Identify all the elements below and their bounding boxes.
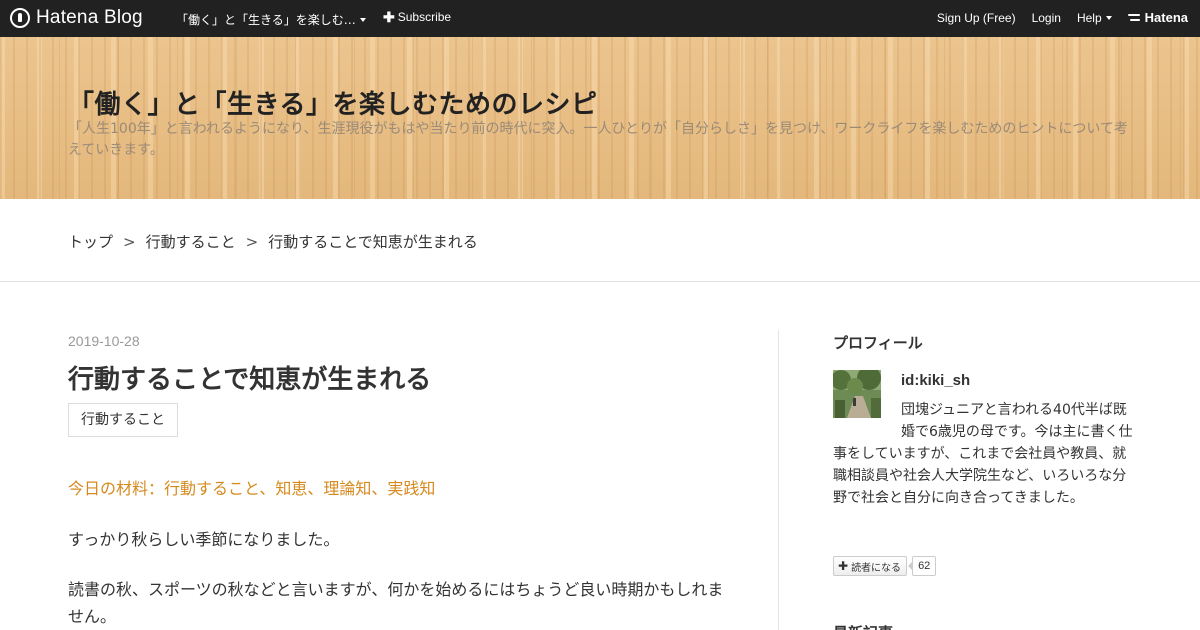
article-title[interactable]: 行動することで知恵が生まれる (68, 359, 431, 396)
breadcrumb-divider (0, 281, 1200, 282)
chevron-down-icon (359, 17, 366, 22)
blog-menu-label: 「働く」と「生きる」を楽しむ… (176, 13, 356, 27)
plus-icon: ✚ (383, 9, 395, 25)
blog-header: 「働く」と「生きる」を楽しむためのレシピ 「人生100年」と言われるようになり、… (0, 37, 1200, 199)
hatena-brand-link[interactable]: Hatena (1127, 10, 1188, 25)
profile-heading: プロフィール (833, 334, 923, 352)
signup-link[interactable]: Sign Up (Free) (937, 11, 1016, 25)
breadcrumb-item-top[interactable]: トップ (68, 231, 113, 252)
article-paragraph: すっかり秋らしい季節になりました。 (68, 530, 340, 549)
breadcrumb-separator: > (123, 232, 136, 251)
hatena-blog-logo-text: Hatena Blog (36, 7, 143, 28)
hatena-blog-logo[interactable]: Hatena Blog (10, 7, 143, 29)
global-header-bar: Hatena Blog 「働く」と「生きる」を楽しむ… ✚ Subscribe … (0, 0, 1200, 37)
blog-title[interactable]: 「働く」と「生きる」を楽しむためのレシピ (68, 84, 597, 121)
become-reader-label: 読者になる (851, 562, 902, 574)
breadcrumb-item-category[interactable]: 行動すること (146, 231, 236, 252)
subscribe-label: Subscribe (397, 10, 452, 24)
hatena-logo-icon (1127, 13, 1142, 23)
breadcrumb-item-current[interactable]: 行動することで知恵が生まれる (268, 231, 478, 252)
profile-id-link[interactable]: id:kiki_sh (901, 372, 970, 389)
become-reader-button[interactable]: ✚ 読者になる (833, 556, 908, 576)
global-header-right-menu: Sign Up (Free) Login Help Hatena (921, 10, 1188, 25)
chevron-down-icon (1105, 15, 1112, 20)
hatena-brand-label: Hatena (1144, 10, 1188, 25)
login-link[interactable]: Login (1032, 11, 1061, 25)
article-date[interactable]: 2019-10-28 (68, 333, 140, 349)
breadcrumb: トップ > 行動すること > 行動することで知恵が生まれる (68, 231, 478, 252)
column-divider (778, 330, 779, 630)
help-menu[interactable]: Help (1077, 11, 1112, 25)
blog-description: 「人生100年」と言われるようになり、生涯現役がもはや当たり前の時代に突入。一人… (68, 121, 1128, 158)
article-paragraph: 読書の秋、スポーツの秋などと言いますが、何かを始めるにはちょうど良い時期かもしれ… (68, 580, 724, 626)
reader-count-badge[interactable]: 62 (908, 556, 937, 576)
profile-text-indent (833, 399, 901, 443)
subscribe-button[interactable]: ✚ Subscribe (383, 10, 451, 24)
blog-menu-dropdown[interactable]: 「働く」と「生きる」を楽しむ… (176, 11, 366, 28)
subscribe-reader-widget: ✚ 読者になる 62 (833, 556, 937, 576)
hatena-blog-logo-icon (10, 8, 30, 28)
help-label: Help (1076, 10, 1102, 25)
article-lead: 今日の材料：行動すること、知恵、理論知、実践知 (68, 479, 436, 498)
recent-entries-heading: 最新記事 (833, 622, 893, 630)
article-category-tag[interactable]: 行動すること (68, 403, 178, 437)
profile-description-block: 団塊ジュニアと言われる40代半ば既婚で6歳児の母です。今は主に書く仕事をしていま… (833, 399, 1138, 509)
breadcrumb-separator: > (245, 232, 259, 251)
plus-icon: ✚ (838, 559, 849, 573)
